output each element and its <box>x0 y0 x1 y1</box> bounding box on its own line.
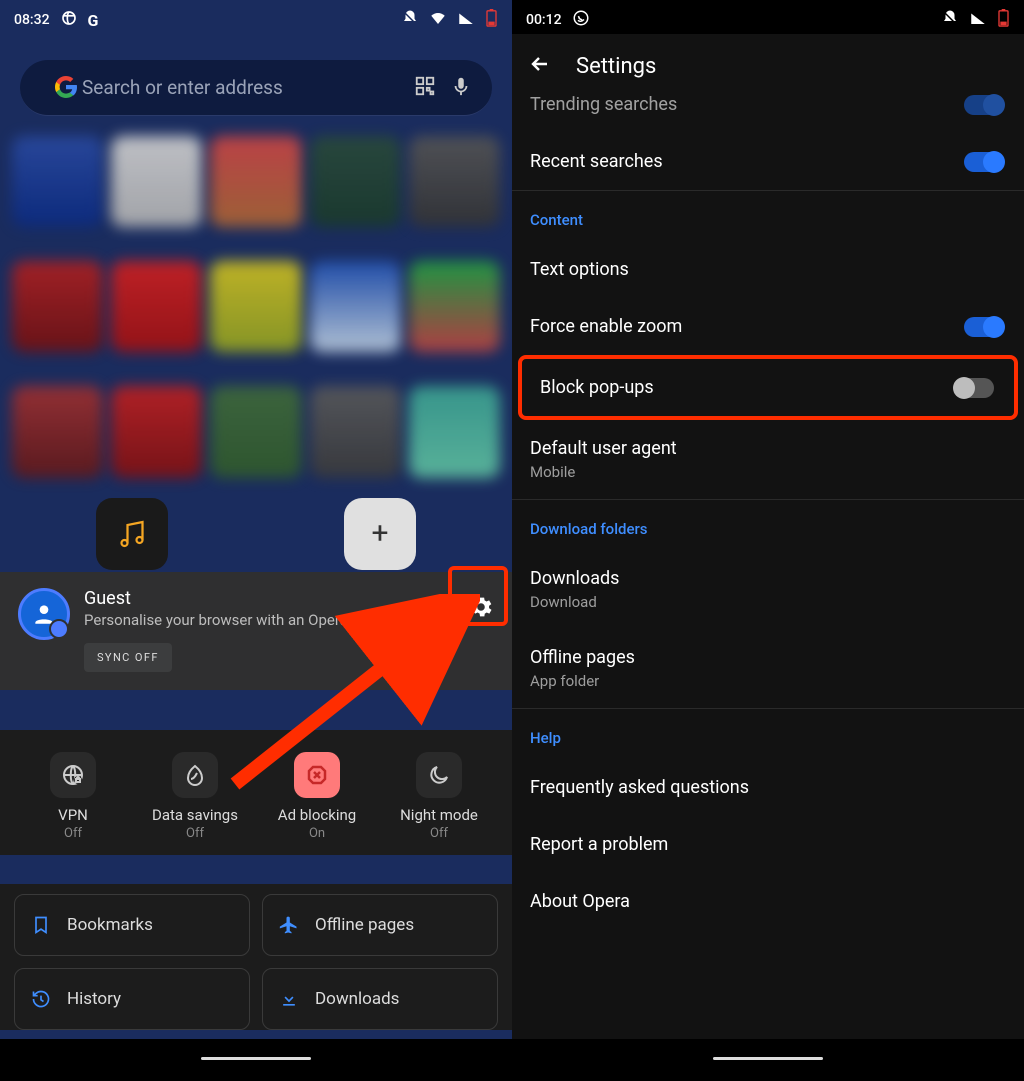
speed-dial-tile[interactable] <box>310 261 401 352</box>
profile-description: Personalise your browser with an Opera a… <box>84 611 410 631</box>
profile-name: Guest <box>84 588 410 609</box>
toggle-trending[interactable] <box>964 95 1004 115</box>
wifi-icon <box>429 9 447 31</box>
section-help: Help <box>512 709 1024 759</box>
profile-panel: Guest Personalise your browser with an O… <box>0 572 512 690</box>
system-navbar-right[interactable] <box>512 1039 1024 1081</box>
qr-scan-icon[interactable] <box>400 75 436 101</box>
item-faq[interactable]: Frequently asked questions <box>512 759 1024 816</box>
status-bar-left: 08:32 G <box>0 0 512 34</box>
vpn-tile[interactable]: VPN Off <box>12 752 134 841</box>
page-title: Settings <box>576 54 656 79</box>
power-icon[interactable] <box>424 594 450 624</box>
item-report-problem[interactable]: Report a problem <box>512 816 1024 873</box>
settings-screen: 00:12 Settings Trending searches Recent <box>512 0 1024 1081</box>
item-offline-pages-folder[interactable]: Offline pages App folder <box>512 629 1024 708</box>
quick-actions-grid: VPN Off Data savings Off Ad blocking On … <box>0 730 512 855</box>
settings-header: Settings <box>512 34 1024 100</box>
highlight-block-popups: Block pop-ups <box>518 355 1018 420</box>
history-button[interactable]: History <box>14 968 250 1030</box>
menu-buttons: Bookmarks Offline pages History Download… <box>0 884 512 1030</box>
clock: 00:12 <box>526 12 562 28</box>
item-force-enable-zoom[interactable]: Force enable zoom <box>512 298 1024 355</box>
speed-dial-tile[interactable] <box>12 261 103 352</box>
downloads-button[interactable]: Downloads <box>262 968 498 1030</box>
clock: 08:32 <box>14 12 50 28</box>
item-recent-searches[interactable]: Recent searches <box>512 133 1024 190</box>
search-placeholder: Search or enter address <box>82 76 400 99</box>
avatar[interactable] <box>18 588 70 640</box>
signal-icon <box>969 9 987 31</box>
battery-low-icon <box>997 9 1010 31</box>
night-mode-tile[interactable]: Night mode Off <box>378 752 500 841</box>
speed-dial-tile[interactable] <box>12 136 103 227</box>
item-about-opera[interactable]: About Opera <box>512 873 1024 930</box>
section-content: Content <box>512 191 1024 241</box>
google-logo-icon <box>40 75 66 101</box>
item-default-user-agent[interactable]: Default user agent Mobile <box>512 420 1024 499</box>
firefox-icon <box>60 9 78 31</box>
offline-pages-button[interactable]: Offline pages <box>262 894 498 956</box>
speed-dial-music[interactable] <box>96 498 168 570</box>
speed-dial-grid <box>0 126 512 494</box>
speed-dial-tile[interactable] <box>210 136 301 227</box>
ad-blocking-tile[interactable]: Ad blocking On <box>256 752 378 841</box>
speed-dial-tile[interactable] <box>310 386 401 477</box>
sync-off-button[interactable]: SYNC OFF <box>84 643 172 672</box>
mic-icon[interactable] <box>436 75 472 101</box>
speed-dial-tile[interactable] <box>111 261 202 352</box>
highlight-settings-gear <box>448 566 508 626</box>
speed-dial-tile[interactable] <box>409 136 500 227</box>
speed-dial-tile[interactable] <box>210 386 301 477</box>
section-download-folders: Download folders <box>512 500 1024 550</box>
speed-dial-tile[interactable] <box>409 261 500 352</box>
item-downloads-folder[interactable]: Downloads Download <box>512 550 1024 629</box>
speed-dial-tile[interactable] <box>409 386 500 477</box>
toggle-recent[interactable] <box>964 152 1004 172</box>
toggle-block-popups[interactable] <box>954 378 994 398</box>
speed-dial-tile[interactable] <box>310 136 401 227</box>
battery-low-icon <box>485 9 498 31</box>
google-g-icon: G <box>88 11 99 30</box>
data-savings-tile[interactable]: Data savings Off <box>134 752 256 841</box>
item-text-options[interactable]: Text options <box>512 241 1024 298</box>
back-arrow-icon[interactable] <box>528 52 552 80</box>
dnd-icon <box>401 9 419 31</box>
item-block-popups[interactable]: Block pop-ups <box>522 359 1014 416</box>
speed-dial-tile[interactable] <box>12 386 103 477</box>
signal-icon <box>457 9 475 31</box>
speed-dial-tile[interactable] <box>111 386 202 477</box>
speed-dial-tile[interactable] <box>111 136 202 227</box>
status-bar-right: 00:12 <box>512 0 1024 34</box>
address-bar[interactable]: Search or enter address <box>20 60 492 116</box>
speed-dial-tile[interactable] <box>210 261 301 352</box>
dnd-icon <box>941 9 959 31</box>
home-screen: 08:32 G Search or enter address <box>0 0 512 1081</box>
system-navbar-left[interactable] <box>0 1039 512 1081</box>
item-trending-searches[interactable]: Trending searches <box>512 94 1024 133</box>
speed-dial-add-button[interactable]: + <box>344 498 416 570</box>
whatsapp-icon <box>572 9 590 31</box>
toggle-force-zoom[interactable] <box>964 317 1004 337</box>
bookmarks-button[interactable]: Bookmarks <box>14 894 250 956</box>
